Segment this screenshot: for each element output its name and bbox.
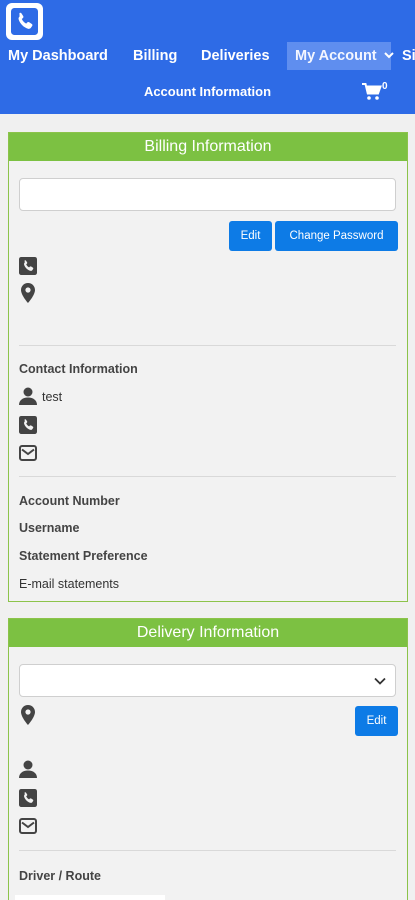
map-marker-icon [21,705,35,725]
envelope-icon [19,818,37,834]
nav-item-my-account[interactable]: My Account [287,42,394,70]
delivery-address-select[interactable] [19,664,396,697]
main-nav: My Dashboard Billing Deliveries My Accou… [0,42,415,70]
phone-icon [19,416,37,434]
phone-icon [11,8,38,35]
delivery-panel: Delivery Information Edit Driver / Route [8,618,408,900]
phone-icon [19,789,37,807]
driver-route-value [15,895,165,900]
contact-information-heading: Contact Information [19,362,138,376]
change-password-button[interactable]: Change Password [275,221,398,251]
billing-panel: Billing Information Edit Change Password… [8,132,408,602]
chevron-down-icon [383,52,394,59]
nav-item-label: My Account [295,48,377,64]
driver-route-label: Driver / Route [19,869,101,883]
chevron-down-icon [374,677,386,685]
phone-icon [19,257,37,275]
edit-billing-button[interactable]: Edit [229,221,272,251]
nav-item-label: Billing [133,48,178,64]
statement-preference-label: Statement Preference [19,549,148,563]
shopping-cart-icon[interactable] [362,83,382,101]
account-number-label: Account Number [19,494,120,508]
top-bar [0,0,415,42]
nav-item-deliveries[interactable]: Deliveries [201,42,270,70]
divider [19,345,396,346]
user-icon [19,387,37,405]
envelope-icon [19,445,37,461]
contact-name: test [42,390,63,404]
nav-item-label: Deliveries [201,48,270,64]
nav-item-label: My Dashboard [8,48,108,64]
nav-item-overflow[interactable]: Si [402,42,415,70]
sub-header: Account Information 0 [0,70,415,114]
nav-item-dashboard[interactable]: My Dashboard [8,42,108,70]
user-icon [19,760,37,778]
divider [19,850,396,851]
page-title: Account Information [143,84,272,99]
delivery-panel-title: Delivery Information [9,619,407,647]
cart-count-badge: 0 [382,81,388,92]
statement-preference-value: E-mail statements [19,577,120,591]
billing-account-select[interactable] [19,178,396,211]
nav-item-billing[interactable]: Billing [133,42,177,70]
map-marker-icon [21,283,35,303]
nav-item-label: Si [402,48,415,64]
app-logo[interactable] [6,3,43,40]
divider [19,476,396,477]
edit-delivery-button[interactable]: Edit [355,706,398,736]
username-label: Username [19,521,80,535]
billing-panel-title: Billing Information [9,133,407,161]
